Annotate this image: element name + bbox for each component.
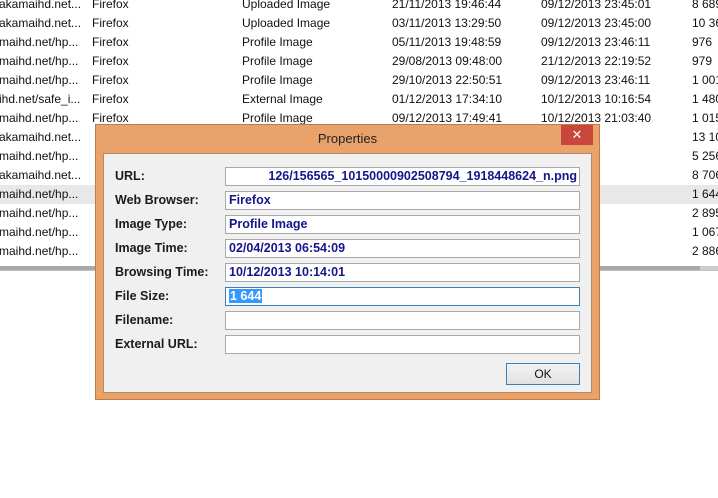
close-icon: ✕ [571,127,583,142]
table-cell-site: maihd.net/hp... [0,111,79,125]
browser-label: Web Browser: [115,193,199,207]
image-type-field[interactable]: Profile Image [225,215,580,234]
table-cell-site: maihd.net/hp... [0,149,79,163]
file-size-selection: 1 644 [229,289,263,303]
external-url-field[interactable] [225,335,580,354]
table-cell-site: maihd.net/hp... [0,54,79,68]
filename-label: Filename: [115,313,174,327]
table-cell-size: 5 256 [692,149,718,163]
table-cell-size: 1 001 [692,73,718,87]
table-cell-site: akamaihd.net... [0,16,82,30]
table-row[interactable]: ihd.net/safe_i... Firefox External Image 01… [0,90,718,109]
browsing-time-label: Browsing Time: [115,265,209,279]
table-cell-site: akamaihd.net... [0,0,82,11]
external-url-label: External URL: [115,337,198,351]
image-time-label: Image Time: [115,241,188,255]
table-cell-size: 1 644 [692,187,718,201]
filename-field[interactable] [225,311,580,330]
table-cell-type: Profile Image [242,35,313,49]
table-cell-type: Profile Image [242,73,313,87]
table-row[interactable]: maihd.net/hp... Firefox Profile Image 29/08… [0,52,718,71]
url-field[interactable]: 126/156565_10150000902508794_1918448624_… [225,167,580,186]
dialog-title: Properties [317,131,378,146]
url-label: URL: [115,169,145,183]
table-cell-size: 979 [692,54,713,68]
table-cell-type: Profile Image [242,54,313,68]
table-cell-site: maihd.net/hp... [0,35,79,49]
dialog-titlebar[interactable]: Properties ✕ [96,125,599,152]
table-cell-site: maihd.net/hp... [0,206,79,220]
table-cell-browser: Firefox [92,73,129,87]
browsing-time-field[interactable]: 10/12/2013 10:14:01 [225,263,580,282]
table-cell-time1: 01/12/2013 17:34:10 [392,92,503,106]
table-cell-type: External Image [242,92,323,106]
table-cell-browser: Firefox [92,0,129,11]
table-cell-site: ihd.net/safe_i... [0,92,81,106]
table-cell-site: akamaihd.net... [0,168,82,182]
table-cell-time1: 29/10/2013 22:50:51 [392,73,503,87]
table-cell-size: 8 706 [692,168,718,182]
properties-dialog: Properties ✕ URL: 126/156565_10150000902… [95,124,600,400]
table-cell-size: 10 36 [692,16,718,30]
table-cell-time1: 05/11/2013 19:48:59 [392,35,502,49]
table-cell-time2: 21/12/2013 22:19:52 [541,54,652,68]
table-cell-size: 1 067 [692,225,718,239]
image-type-label: Image Type: [115,217,188,231]
table-cell-time2: 09/12/2013 23:45:01 [541,0,652,11]
table-row[interactable]: akamaihd.net... Firefox Uploaded Image 03/1… [0,14,718,33]
table-row[interactable]: maihd.net/hp... Firefox Profile Image 29/10… [0,71,718,90]
table-cell-browser: Firefox [92,16,129,30]
file-size-field[interactable]: 1 644 [225,287,580,306]
table-cell-size: 1 480 [692,92,718,106]
table-cell-site: maihd.net/hp... [0,225,79,239]
table-cell-size: 8 689 [692,0,718,11]
table-cell-time2: 09/12/2013 23:46:11 [541,35,651,49]
table-cell-size: 13 10 [692,130,718,144]
browser-field[interactable]: Firefox [225,191,580,210]
table-cell-site: maihd.net/hp... [0,187,79,201]
table-cell-size: 2 895 [692,206,718,220]
table-cell-type: Uploaded Image [242,16,331,30]
table-cell-site: maihd.net/hp... [0,244,79,258]
ok-button[interactable]: OK [506,363,580,385]
table-cell-site: akamaihd.net... [0,130,82,144]
table-cell-time2: 09/12/2013 23:45:00 [541,16,652,30]
dialog-body: URL: 126/156565_10150000902508794_191844… [103,153,592,393]
table-cell-time2: 09/12/2013 23:46:11 [541,73,651,87]
table-cell-size: 1 015 [692,111,718,125]
table-cell-type: Uploaded Image [242,0,331,11]
table-cell-browser: Firefox [92,54,129,68]
image-time-field[interactable]: 02/04/2013 06:54:09 [225,239,580,258]
table-cell-browser: Firefox [92,92,129,106]
table-cell-site: maihd.net/hp... [0,73,79,87]
table-row[interactable]: akamaihd.net... Firefox Uploaded Image 21/1… [0,0,718,14]
table-cell-size: 2 886 [692,244,718,258]
table-cell-size: 976 [692,35,713,49]
table-cell-time2: 10/12/2013 10:16:54 [541,92,652,106]
close-button[interactable]: ✕ [561,125,593,145]
table-row[interactable]: maihd.net/hp... Firefox Profile Image 05/11… [0,33,718,52]
table-cell-time1: 03/11/2013 13:29:50 [392,16,502,30]
table-cell-browser: Firefox [92,35,129,49]
file-size-label: File Size: [115,289,170,303]
table-cell-time1: 29/08/2013 09:48:00 [392,54,503,68]
table-cell-time1: 21/11/2013 19:46:44 [392,0,502,11]
